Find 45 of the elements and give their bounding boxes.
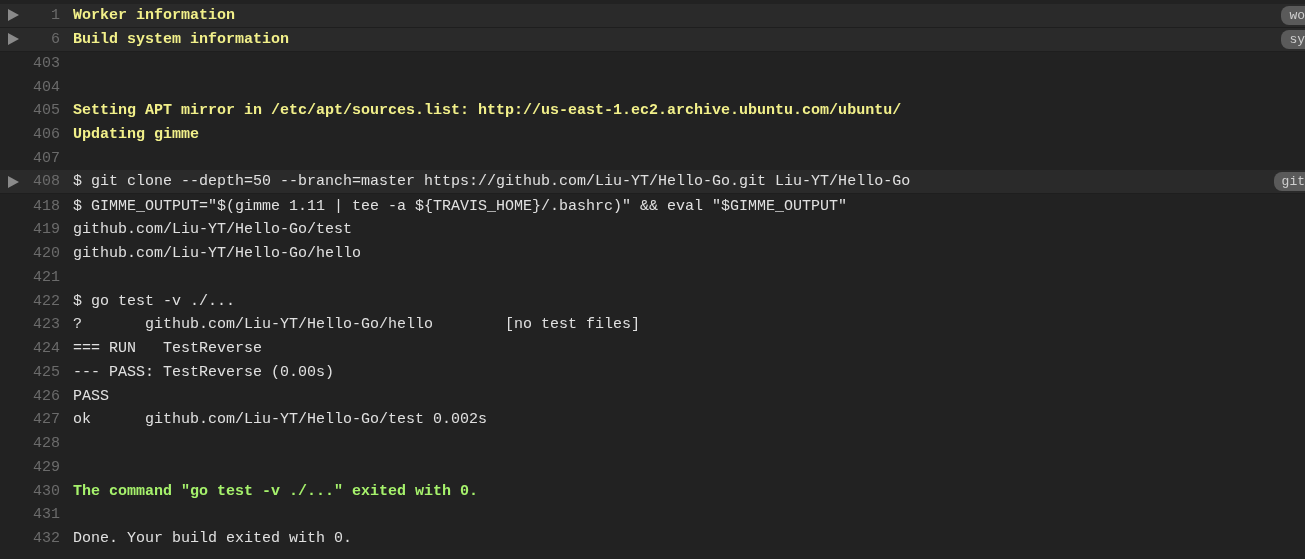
log-line: Worker information: [73, 6, 236, 24]
log-line: Setting APT mirror in /etc/apt/sources.list: http://us-east-1.ec2.archive.ubuntu.com/ubuntu/: [73, 102, 902, 120]
log-line: PASS: [73, 387, 109, 405]
line-number: 425: [33, 363, 60, 381]
fold-tag: sy: [1281, 29, 1305, 49]
line-number: 406: [33, 126, 60, 144]
log-line: $ go test -v ./...: [73, 292, 236, 310]
line-number: 403: [33, 54, 60, 72]
log-line: github.com/Liu-YT/Hello-Go/test: [73, 221, 353, 239]
log-line: $ git clone --depth=50 --branch=master https://github.com/Liu-YT/Hello-Go.git Liu-YT/Hello-Go: [73, 173, 911, 191]
expand-triangle-icon[interactable]: [8, 33, 19, 46]
log-line: github.com/Liu-YT/Hello-Go/hello: [73, 245, 362, 263]
log-line: Build system information: [73, 30, 290, 48]
line-number: 432: [33, 530, 60, 548]
fold-tag: git: [1273, 172, 1305, 192]
line-number: 420: [33, 245, 60, 263]
log-line: === RUN TestReverse: [73, 340, 263, 358]
expand-triangle-icon[interactable]: [8, 175, 19, 188]
line-number: 407: [33, 149, 60, 167]
line-number: 418: [33, 197, 60, 215]
line-number: 6: [51, 30, 60, 48]
line-number: 426: [33, 387, 60, 405]
line-number: 423: [33, 316, 60, 334]
line-number: 408: [33, 173, 60, 191]
line-number: 405: [33, 102, 60, 120]
fold-tag: wo: [1281, 5, 1305, 25]
line-number: 429: [33, 458, 60, 476]
line-number: 427: [33, 411, 60, 429]
line-number: 404: [33, 78, 60, 96]
log-line: Updating gimme: [73, 126, 200, 144]
line-number: 422: [33, 292, 60, 310]
line-number: 419: [33, 221, 60, 239]
log-line: --- PASS: TestReverse (0.00s): [73, 363, 335, 381]
log-line: The command "go test -v ./..." exited with 0.: [73, 482, 479, 500]
log-line: Done. Your build exited with 0.: [73, 530, 353, 548]
line-number: 1: [51, 6, 60, 24]
log-line: ok github.com/Liu-YT/Hello-Go/test 0.002s: [73, 411, 488, 429]
line-number: 431: [33, 506, 60, 524]
line-number: 428: [33, 435, 60, 453]
line-number: 421: [33, 268, 60, 286]
log-line: $ GIMME_OUTPUT="$(gimme 1.11 | tee -a ${TRAVIS_HOME}/.bashrc)" && eval "$GIMME_OUTPUT": [73, 197, 848, 215]
line-number: 424: [33, 340, 60, 358]
line-number: 430: [33, 482, 60, 500]
log-line: ? github.com/Liu-YT/Hello-Go/hello [no test files]: [73, 316, 641, 334]
expand-triangle-icon[interactable]: [8, 9, 19, 22]
